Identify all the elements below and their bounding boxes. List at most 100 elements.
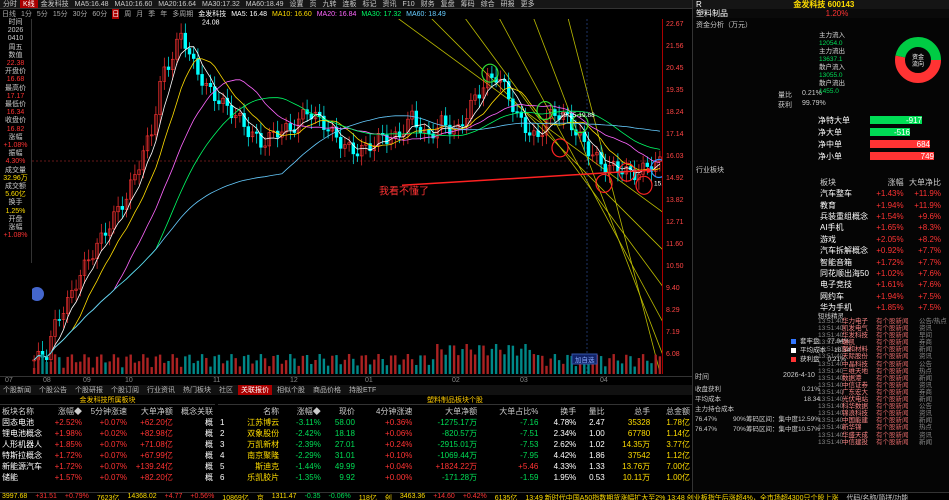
period-button[interactable]: 多周期: [172, 9, 193, 19]
leader-header[interactable]: 总手: [607, 405, 652, 417]
toolbar-item[interactable]: F10: [400, 1, 418, 8]
sector-header[interactable]: 板块名称: [0, 405, 49, 417]
table-row[interactable]: 汽车整车 +1.43% +11.9%: [818, 188, 943, 199]
industry-header[interactable]: 大单净比: [906, 176, 943, 188]
period-button[interactable]: 季: [148, 9, 155, 19]
news-ticker[interactable]: 13:49 新时代中国A50指数期货涨幅扩大至2% 13:48 创业板指午后涨超…: [525, 493, 838, 500]
sector-header[interactable]: 涨幅◆: [49, 405, 84, 417]
industry-header[interactable]: 板块: [818, 176, 873, 188]
info-tab[interactable]: 商品价格: [310, 385, 344, 395]
toolbar-item[interactable]: MA10:16.60: [112, 1, 156, 8]
leader-header[interactable]: 换手: [540, 405, 578, 417]
assistant-icon[interactable]: [32, 287, 44, 301]
toolbar-item[interactable]: 设置: [287, 0, 307, 8]
toolbar-item[interactable]: MA60:18.49: [243, 1, 287, 8]
info-tab[interactable]: 个股新闻: [0, 385, 34, 395]
candlestick-chart[interactable]: 24.08 我看不懂了 19.15-19.88 15.9 加自选: [32, 19, 662, 374]
period-button[interactable]: 15分: [53, 9, 68, 19]
period-button[interactable]: 60分: [92, 9, 107, 19]
toolbar-item[interactable]: 资讯: [380, 0, 400, 8]
log-item[interactable]: 13:51:40新华锦 有个股新闻: [818, 424, 918, 431]
table-row[interactable]: 同花顺出海50 +1.02% +7.6%: [818, 268, 943, 279]
volume-bar: [427, 364, 431, 374]
table-row[interactable]: 6 乐凯胶片 -1.35% 9.92 +0.00% -171.28万 -1.59 1.95% 0…: [218, 472, 692, 483]
info-tab[interactable]: 社区: [216, 385, 236, 395]
info-tab[interactable]: 持股ETF: [346, 385, 379, 395]
toolbar-item[interactable]: 复盘: [438, 0, 458, 8]
table-row[interactable]: 新能源汽车 +1.72% +0.07% +139.24亿 概: [0, 461, 215, 472]
leader-header[interactable]: 总金额: [652, 405, 692, 417]
log-item[interactable]: 13:51:40中晶科技 有个股新闻: [818, 361, 918, 368]
info-tab[interactable]: 个股订阅: [108, 385, 142, 395]
table-row[interactable]: 兵装重组概念 +1.54% +9.6%: [818, 211, 943, 222]
toolbar-item[interactable]: 分时: [0, 0, 20, 8]
toolbar-item[interactable]: MA20:16.64: [155, 1, 199, 8]
leader-header[interactable]: 现价: [323, 405, 357, 417]
toolbar-item[interactable]: 财务: [418, 0, 438, 8]
table-row[interactable]: 汽车拆解概念 +0.92% +7.7%: [818, 245, 943, 256]
toolbar-item[interactable]: 标记: [360, 0, 380, 8]
leader-header[interactable]: [218, 405, 230, 417]
period-button[interactable]: 30分: [73, 9, 88, 19]
toolbar-item[interactable]: 连板: [340, 0, 360, 8]
table-row[interactable]: 网约车 +1.94% +7.5%: [818, 291, 943, 302]
table-row[interactable]: 电子竞技 +1.61% +7.6%: [818, 279, 943, 290]
toolbar-item[interactable]: MA30:17.32: [199, 1, 243, 8]
info-tab[interactable]: 行业资讯: [144, 385, 178, 395]
table-row[interactable]: 特斯拉概念 +1.72% +0.07% +67.99亿 概: [0, 450, 215, 461]
table-row[interactable]: 游戏 +2.05% +8.2%: [818, 234, 943, 245]
table-row[interactable]: 教育 +1.94% +11.9%: [818, 199, 943, 210]
period-button[interactable]: 日线: [2, 9, 16, 19]
leader-header[interactable]: 大单占比%: [479, 405, 540, 417]
table-row[interactable]: 2 双象股份 -2.42% 18.18 +0.06% -820.57万 -7.51 2.34%…: [218, 428, 692, 439]
log-item[interactable]: 13:51:40中信建投 有个股新闻: [818, 439, 918, 446]
table-row[interactable]: 锂电池概念 +1.98% +0.02% +82.98亿 概: [0, 428, 215, 439]
leader-header[interactable]: 大单净额: [414, 405, 479, 417]
industry-header[interactable]: 涨幅: [873, 176, 906, 188]
info-tab[interactable]: 关联报价: [238, 385, 272, 395]
log-item[interactable]: 13:51:40华盛天成 有个股新闻: [818, 432, 918, 439]
period-button[interactable]: 年: [160, 9, 167, 19]
info-tab[interactable]: 相似个股: [274, 385, 308, 395]
table-row[interactable]: AI手机 +1.65% +8.3%: [818, 222, 943, 233]
toolbar-item[interactable]: 筹码: [458, 0, 478, 8]
leader-header[interactable]: 4分钟涨速: [357, 405, 414, 417]
toolbar-item[interactable]: 综合: [478, 0, 498, 8]
leader-header[interactable]: 涨幅◆: [281, 405, 323, 417]
toolbar-item[interactable]: 金发科技: [38, 0, 72, 8]
sector-header[interactable]: 大单净额: [129, 405, 175, 417]
info-tab[interactable]: 个股研报: [72, 385, 106, 395]
toolbar-item[interactable]: 研报: [498, 0, 518, 8]
table-row[interactable]: 人形机器人 +1.85% +0.07% +71.08亿 概: [0, 439, 215, 450]
info-tab[interactable]: 热门板块: [180, 385, 214, 395]
log-item[interactable]: 13:51:40天际股份 有个股新闻: [818, 353, 918, 360]
log-item[interactable]: 13:51:40数据港 有个股新闻: [818, 375, 918, 382]
table-row[interactable]: 4 南京聚隆 -2.29% 31.01 +0.10% -1069.44万 -7.95 4.42…: [218, 450, 692, 461]
toolbar-item[interactable]: 更多: [518, 0, 538, 8]
period-button[interactable]: 周: [124, 9, 131, 19]
info-tab[interactable]: 个股公告: [36, 385, 70, 395]
log-item[interactable]: 13:51:40三维天地 有个股新闻: [818, 368, 918, 375]
log-item[interactable]: 13:51:40广东宏大 有个股新闻: [818, 389, 918, 396]
period-button[interactable]: 1分: [21, 9, 32, 19]
table-row[interactable]: 固态电池 +2.52% +0.07% +62.20亿 概: [0, 417, 215, 428]
sector-header[interactable]: 概念关联: [175, 405, 215, 417]
period-button[interactable]: 日: [112, 9, 120, 19]
log-item[interactable]: 13:51:40中信证券 有个股新闻: [818, 382, 918, 389]
sector-row[interactable]: 塑料制品 1.20%: [693, 9, 949, 18]
table-row[interactable]: 储能 +1.57% +0.07% +82.20亿 概: [0, 472, 215, 483]
table-row[interactable]: 3 万凯新材 -2.39% 27.01 +0.24% -2915.01万 -7.53 2.62…: [218, 439, 692, 450]
toolbar-item[interactable]: MA5:16.48: [72, 1, 112, 8]
table-row[interactable]: 智能音箱 +1.72% +7.7%: [818, 256, 943, 267]
period-button[interactable]: 5分: [37, 9, 48, 19]
table-row[interactable]: 5 斯迪克 -1.44% 49.99 +0.04% +1824.22万 +5.46 4.33%…: [218, 461, 692, 472]
sector-header[interactable]: 5分钟涨速: [84, 405, 129, 417]
leader-header[interactable]: 名称: [230, 405, 281, 417]
toolbar-item[interactable]: K线: [20, 0, 38, 8]
toolbar-item[interactable]: 页: [307, 0, 320, 8]
table-row[interactable]: 1 江苏博云 -3.11% 58.00 +0.36% -1275.17万 -7.16 4.78…: [218, 417, 692, 428]
period-button[interactable]: 月: [136, 9, 143, 19]
toolbar-item[interactable]: 九转: [320, 0, 340, 8]
search-box[interactable]: 代码/名称/简拼/功能: [846, 493, 908, 500]
leader-header[interactable]: 量比: [578, 405, 606, 417]
